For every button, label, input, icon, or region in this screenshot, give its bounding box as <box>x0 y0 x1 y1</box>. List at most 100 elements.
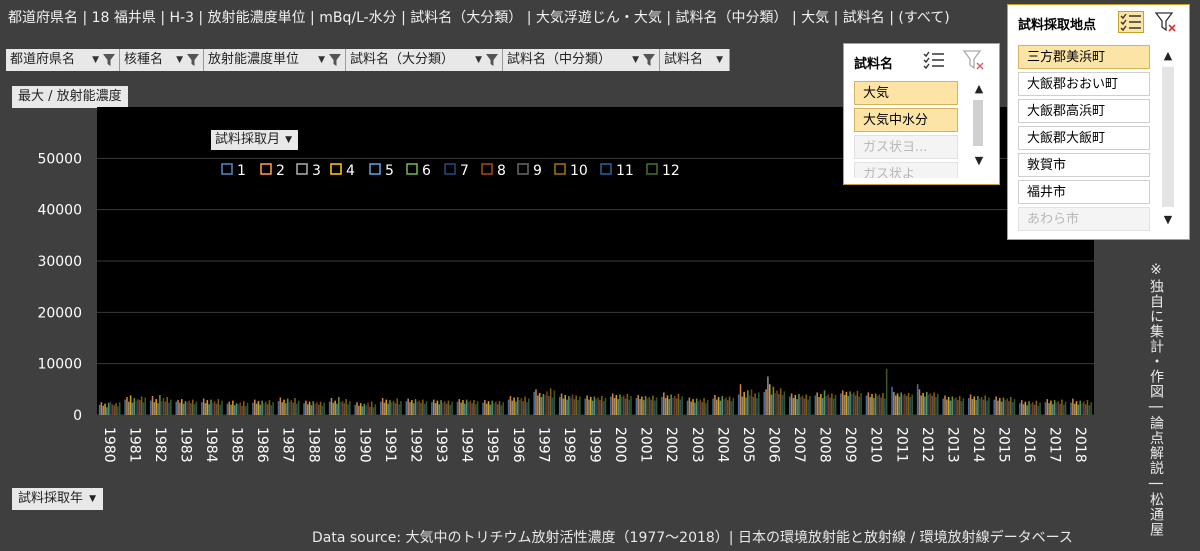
slicer-item[interactable]: 大飯郡大飯町 <box>1018 126 1150 150</box>
bar <box>263 403 265 415</box>
bar <box>644 396 647 415</box>
bar <box>635 398 638 415</box>
bar <box>599 400 601 415</box>
bar <box>566 399 568 415</box>
legend-swatch <box>481 163 493 175</box>
bar <box>328 401 331 415</box>
bar <box>496 404 499 415</box>
bar <box>438 404 441 415</box>
bar <box>487 401 490 415</box>
bar <box>232 400 234 415</box>
bar <box>515 401 517 415</box>
scroll-down-icon[interactable]: ▼ <box>972 154 986 167</box>
bar <box>358 405 360 415</box>
bar <box>465 399 468 415</box>
bar <box>469 400 472 415</box>
x-tick-label: 1987 <box>280 427 296 463</box>
bar <box>626 393 629 415</box>
clear-filter-icon[interactable] <box>1154 11 1178 33</box>
bar <box>316 402 318 415</box>
bar <box>191 399 194 415</box>
bar <box>926 391 928 415</box>
bar <box>425 401 428 415</box>
y-tick-label: 10000 <box>37 357 82 373</box>
scrollbar-track[interactable] <box>1162 67 1174 207</box>
chevron-down-icon: ▼ <box>89 494 97 504</box>
bar <box>573 399 576 415</box>
bar <box>933 392 935 415</box>
bar <box>1059 403 1061 415</box>
bar <box>776 390 778 415</box>
slicer-item[interactable]: 敦賀市 <box>1018 153 1150 177</box>
bar <box>106 407 108 415</box>
bar <box>180 399 183 415</box>
bar <box>796 399 798 415</box>
axis-field-button[interactable]: 試料採取年 ▼ <box>12 488 104 510</box>
x-tick-label: 2000 <box>612 427 628 463</box>
bar <box>221 400 223 415</box>
bar <box>1073 403 1076 415</box>
bar <box>166 397 168 415</box>
slicer-title: 試料採取地点 <box>1018 18 1097 33</box>
x-tick-label: 2009 <box>842 427 858 463</box>
bar <box>758 392 760 415</box>
x-tick-label: 2007 <box>791 427 807 463</box>
slicer-item[interactable]: 大気 <box>854 81 958 105</box>
bar <box>312 401 315 415</box>
slicer-item[interactable]: 三方郡美浜町 <box>1018 45 1150 69</box>
x-tick-label: 1992 <box>408 427 424 463</box>
bar <box>1039 402 1041 415</box>
bar <box>389 400 391 415</box>
bar <box>955 397 957 415</box>
bar <box>794 394 797 415</box>
bar <box>595 399 598 415</box>
bar <box>664 398 667 415</box>
bar <box>980 397 983 415</box>
bar <box>416 401 419 415</box>
multi-select-icon[interactable] <box>922 50 946 70</box>
bar <box>372 407 375 415</box>
bar <box>168 402 170 415</box>
bar <box>714 394 716 415</box>
bar <box>208 404 210 415</box>
multi-select-icon[interactable] <box>1118 11 1144 33</box>
bar <box>726 400 729 415</box>
scroll-down-icon[interactable]: ▼ <box>1161 213 1175 226</box>
scroll-up-icon[interactable]: ▲ <box>972 82 986 95</box>
slicer-item[interactable]: 大飯郡高浜町 <box>1018 99 1150 123</box>
bar <box>471 403 473 415</box>
bar <box>748 395 751 415</box>
bar <box>113 405 116 415</box>
bar <box>182 403 185 415</box>
x-tick-label: 1996 <box>510 427 526 463</box>
bar <box>257 401 260 415</box>
slicer-item[interactable]: ガス状よ <box>854 162 958 178</box>
legend-field-button[interactable]: 試料採取月 ▼ <box>211 130 299 150</box>
slicer-item[interactable]: 福井市 <box>1018 180 1150 204</box>
bar <box>672 397 674 415</box>
bar <box>916 384 919 415</box>
bar <box>281 402 283 415</box>
bar <box>852 392 855 415</box>
slicer-item[interactable]: あわら市 <box>1018 207 1150 231</box>
slicer-item[interactable]: ガス状ヨ... <box>854 135 958 159</box>
x-tick-label: 1982 <box>152 427 168 463</box>
bar <box>986 400 988 415</box>
bar <box>310 405 313 415</box>
bar <box>946 399 948 415</box>
bar <box>878 394 881 415</box>
bar <box>1061 399 1063 415</box>
bar <box>243 401 245 415</box>
clear-filter-icon[interactable] <box>962 49 986 71</box>
slicer-item[interactable]: 大気中水分 <box>854 108 958 132</box>
bar <box>432 399 435 415</box>
bar <box>931 396 934 415</box>
x-tick-label: 2018 <box>1072 427 1088 463</box>
scroll-up-icon[interactable]: ▲ <box>1161 49 1175 62</box>
scrollbar-thumb[interactable] <box>973 100 983 146</box>
x-tick-label: 1991 <box>382 427 398 463</box>
slicer-header: 試料採取地点 <box>1008 5 1189 39</box>
bar <box>935 397 937 415</box>
slicer-item[interactable]: 大飯郡おおい町 <box>1018 72 1150 96</box>
bar <box>303 403 305 415</box>
